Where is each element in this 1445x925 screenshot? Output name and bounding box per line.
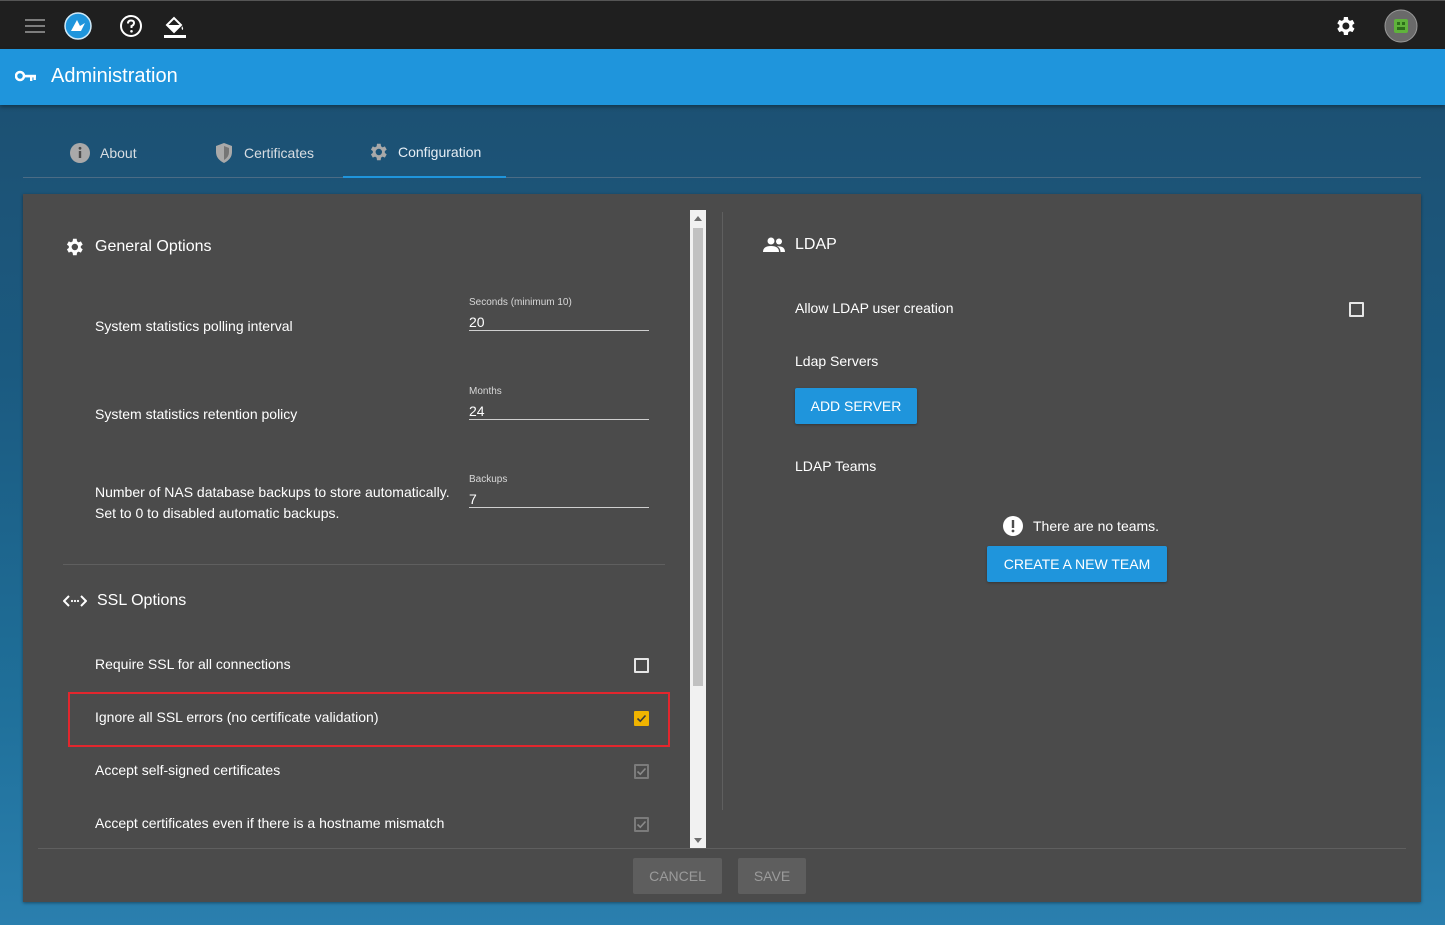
require-ssl-label: Require SSL for all connections [95,656,291,672]
tab-about-label: About [100,145,137,161]
backups-field[interactable]: Backups 7 [469,474,649,508]
info-icon [70,143,90,163]
cancel-button[interactable]: CANCEL [633,858,722,894]
shield-icon [216,143,232,163]
ssl-options-title: SSL Options [97,592,187,609]
users-icon [763,237,785,252]
gear-icon [66,238,83,256]
left-column-scrollbar[interactable] [690,210,706,848]
ldap-heading: LDAP [763,236,837,254]
hostname-mismatch-label: Accept certificates even if there is a h… [95,815,445,831]
allow-ldap-creation-checkbox[interactable] [1349,302,1364,317]
menu-icon[interactable] [21,12,49,40]
column-separator [722,212,723,810]
section-divider [63,564,665,565]
retention-policy-field-label: Months [469,386,502,397]
tab-configuration[interactable]: Configuration [343,128,506,178]
scroll-up-icon[interactable] [694,216,702,221]
no-teams-message: There are no teams. [1002,515,1159,537]
backups-field-label: Backups [469,474,508,485]
no-teams-text: There are no teams. [1033,518,1160,534]
tab-configuration-label: Configuration [398,144,482,160]
backups-label-line1: Number of NAS database backups to store … [95,484,450,500]
retention-policy-label: System statistics retention policy [95,406,298,422]
allow-ldap-creation-label: Allow LDAP user creation [795,300,954,316]
ignore-ssl-errors-checkbox[interactable] [634,711,649,726]
tab-about[interactable]: About [69,128,189,178]
top-bar [0,0,1445,49]
create-team-button[interactable]: CREATE A NEW TEAM [987,546,1167,582]
ldap-servers-label: Ldap Servers [795,353,879,369]
code-arrows-icon [63,595,87,607]
polling-interval-label: System statistics polling interval [95,318,293,334]
general-options-heading: General Options [63,236,212,258]
ldap-title: LDAP [795,236,837,253]
save-button[interactable]: SAVE [738,858,806,894]
settings-gear-icon[interactable] [1331,12,1359,40]
help-icon[interactable] [117,12,145,40]
check-icon [636,767,647,776]
tab-certificates-label: Certificates [244,145,315,161]
add-server-button[interactable]: ADD SERVER [795,388,917,424]
page-header: Administration [0,49,1445,105]
scroll-down-icon[interactable] [694,838,702,843]
check-icon [636,714,647,723]
polling-interval-input[interactable]: 20 [469,311,649,331]
ssl-options-heading: SSL Options [63,592,186,610]
tab-certificates[interactable]: Certificates [213,128,353,178]
backups-input[interactable]: 7 [469,488,649,508]
general-options-title: General Options [95,238,212,255]
gear-icon [370,143,387,161]
footer-divider [38,848,1406,849]
key-icon [14,69,37,88]
scrollbar-thumb[interactable] [693,228,703,686]
backups-label-line2: Set to 0 to disabled automatic backups. [95,505,340,521]
self-signed-label: Accept self-signed certificates [95,762,281,778]
check-icon [636,820,647,829]
paint-bucket-icon[interactable] [161,12,189,40]
retention-policy-input[interactable]: 24 [469,400,649,420]
alert-icon [1003,516,1023,536]
app-logo-icon[interactable] [64,12,92,40]
retention-policy-field[interactable]: Months 24 [469,386,649,420]
polling-interval-field[interactable]: Seconds (minimum 10) 20 [469,297,649,331]
ldap-teams-label: LDAP Teams [795,458,877,474]
hostname-mismatch-checkbox[interactable] [634,817,649,832]
page-title: Administration [51,65,178,87]
polling-interval-field-label: Seconds (minimum 10) [469,297,572,308]
admin-tabs: About Certificates Configuration [23,128,1421,178]
ignore-ssl-errors-label: Ignore all SSL errors (no certificate va… [95,709,379,725]
user-avatar[interactable] [1384,9,1418,43]
require-ssl-checkbox[interactable] [634,658,649,673]
self-signed-checkbox[interactable] [634,764,649,779]
